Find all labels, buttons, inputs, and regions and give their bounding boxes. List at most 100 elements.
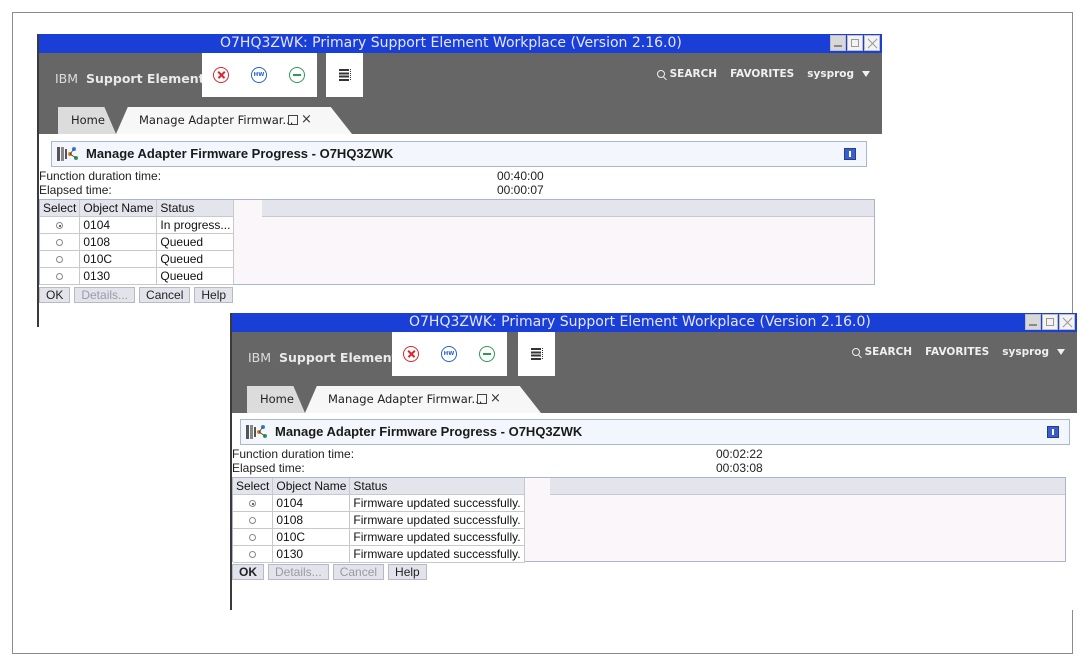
favorites-label: FAVORITES (925, 346, 990, 358)
panel-title-bar: Manage Adapter Firmware Progress - O7HQ3… (51, 141, 867, 167)
close-tab-icon[interactable]: × (490, 392, 501, 405)
table-row[interactable]: 0108 Firmware updated successfully. (233, 511, 525, 529)
task-menu-button[interactable] (326, 53, 363, 97)
table-row[interactable]: 0104 In progress... (40, 216, 235, 234)
info-icon[interactable] (844, 148, 856, 160)
column-header-status[interactable]: Status (349, 478, 525, 495)
cancel-button[interactable]: Cancel (332, 564, 385, 580)
function-duration-value: 00:40:00 (497, 169, 544, 183)
column-header-object-name[interactable]: Object Name (272, 478, 351, 495)
select-cell[interactable] (233, 528, 274, 546)
select-cell[interactable] (233, 494, 274, 512)
search-link[interactable]: SEARCH (656, 68, 717, 80)
row-radio[interactable] (249, 551, 257, 559)
pop-out-icon[interactable] (477, 394, 487, 404)
table-row[interactable]: 0104 Firmware updated successfully. (233, 494, 525, 512)
task-menu-button[interactable] (518, 332, 555, 376)
close-button[interactable] (1059, 314, 1075, 330)
stop-button[interactable] (202, 67, 240, 83)
select-cell[interactable] (40, 267, 81, 285)
hw-icon-text: HW (443, 351, 455, 357)
help-button[interactable]: Help (194, 287, 234, 303)
select-cell[interactable] (40, 250, 81, 268)
tab-home-label: Home (71, 113, 105, 127)
minus-circle-icon (479, 346, 495, 362)
tab-manage-adapter-firmware[interactable]: Manage Adapter Firmwar... × (116, 107, 352, 134)
user-label: sysprog (1002, 346, 1049, 358)
column-header-status[interactable]: Status (156, 200, 235, 217)
info-icon[interactable] (1047, 426, 1059, 438)
row-radio[interactable] (249, 517, 257, 525)
maximize-button[interactable] (847, 35, 863, 51)
tab-manage-adapter-firmware[interactable]: Manage Adapter Firmwar... × (305, 386, 541, 413)
row-radio[interactable] (56, 222, 64, 230)
row-radio[interactable] (56, 273, 64, 281)
elapsed-time-value: 00:03:08 (716, 461, 763, 475)
object-name-cell: 0104 (272, 494, 351, 512)
search-label: SEARCH (864, 346, 913, 358)
user-menu[interactable]: sysprog (807, 68, 870, 80)
search-link[interactable]: SEARCH (851, 346, 913, 358)
brand: IBM Support Element (248, 350, 398, 365)
cancel-button[interactable]: Cancel (139, 287, 191, 303)
row-radio[interactable] (249, 500, 257, 508)
column-header-object-name[interactable]: Object Name (79, 200, 158, 217)
ok-button[interactable]: OK (232, 564, 264, 580)
table-row[interactable]: 0108 Queued (40, 233, 235, 251)
info-rows: Function duration time: 00:02:22 Elapsed… (232, 447, 1077, 475)
select-cell[interactable] (233, 511, 274, 529)
tab-home[interactable]: Home (58, 107, 116, 134)
elapsed-time-label: Elapsed time: (39, 183, 112, 197)
table-row[interactable]: 010C Queued (40, 250, 235, 268)
minus-circle-icon (289, 67, 305, 83)
select-cell[interactable] (40, 233, 81, 251)
minimize-button[interactable] (1025, 314, 1041, 330)
hw-button[interactable]: HW (430, 346, 468, 362)
object-name-cell: 010C (79, 250, 158, 268)
select-cell[interactable] (40, 216, 81, 234)
row-radio[interactable] (56, 239, 64, 247)
minus-button[interactable] (278, 67, 316, 83)
table-row[interactable]: 0130 Queued (40, 267, 235, 285)
adapter-firmware-icon (57, 147, 78, 161)
ok-button[interactable]: OK (39, 287, 71, 303)
minus-button[interactable] (468, 346, 506, 362)
status-cell: Firmware updated successfully. (349, 528, 525, 546)
tab-home[interactable]: Home (247, 386, 305, 413)
adapter-table-container: Select Object Name Status 0104 In progre… (39, 199, 875, 285)
help-button[interactable]: Help (388, 564, 427, 580)
stop-button[interactable] (392, 346, 430, 362)
maximize-button[interactable] (1042, 314, 1058, 330)
minimize-button[interactable] (830, 35, 846, 51)
hw-icon: HW (251, 67, 267, 83)
status-cell: Firmware updated successfully. (349, 545, 525, 563)
app-header: IBM Support Element HW SEARCH FAVORITES … (232, 332, 1077, 413)
user-menu[interactable]: sysprog (1002, 346, 1065, 358)
search-icon (656, 70, 665, 78)
title-bar[interactable]: O7HQ3ZWK: Primary Support Element Workpl… (39, 34, 882, 53)
hw-button[interactable]: HW (240, 67, 278, 83)
column-header-select[interactable]: Select (233, 478, 274, 495)
brand-product: Support Element (279, 350, 398, 365)
row-radio[interactable] (56, 256, 64, 264)
task-content: Manage Adapter Firmware Progress - O7HQ3… (39, 134, 882, 303)
details-button[interactable]: Details... (268, 564, 329, 580)
favorites-link[interactable]: FAVORITES (730, 68, 794, 80)
title-bar[interactable]: O7HQ3ZWK: Primary Support Element Workpl… (232, 313, 1077, 332)
search-icon (851, 348, 860, 356)
adapter-table-container: Select Object Name Status 0104 Firmware … (232, 477, 1066, 563)
window-title: O7HQ3ZWK: Primary Support Element Workpl… (409, 314, 871, 330)
table-row[interactable]: 0130 Firmware updated successfully. (233, 545, 525, 563)
elapsed-time-label: Elapsed time: (232, 461, 305, 475)
row-radio[interactable] (249, 534, 257, 542)
favorites-link[interactable]: FAVORITES (925, 346, 989, 358)
details-button[interactable]: Details... (74, 287, 136, 303)
object-name-cell: 0104 (79, 216, 158, 234)
close-button[interactable] (864, 35, 880, 51)
select-cell[interactable] (233, 545, 274, 563)
status-cell: In progress... (156, 216, 235, 234)
pop-out-icon[interactable] (288, 115, 298, 125)
column-header-select[interactable]: Select (40, 200, 81, 217)
close-tab-icon[interactable]: × (301, 113, 312, 126)
table-row[interactable]: 010C Firmware updated successfully. (233, 528, 525, 546)
